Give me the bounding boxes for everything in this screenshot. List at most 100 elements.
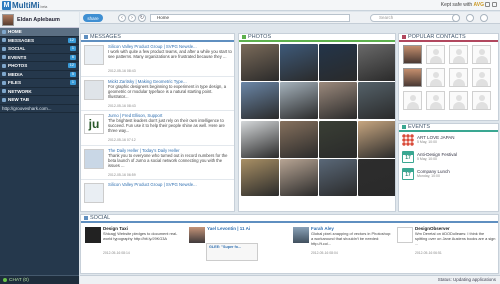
photo-grid bbox=[239, 42, 395, 198]
photo-thumbnail[interactable] bbox=[280, 82, 318, 119]
search-input[interactable]: Search bbox=[370, 14, 460, 22]
power-icon[interactable] bbox=[480, 14, 488, 22]
logo-name: MultiMi bbox=[12, 1, 40, 10]
sidebar-item-files[interactable]: FILES 1 bbox=[0, 79, 79, 88]
avatar bbox=[85, 227, 101, 243]
contact-avatar[interactable] bbox=[426, 45, 445, 64]
photo-thumbnail[interactable] bbox=[319, 120, 357, 158]
address-input[interactable]: Home bbox=[150, 14, 350, 22]
sidebar: Eldan Aplebaum HOME MESSAGES 12 SOCIAL 1 E… bbox=[0, 12, 79, 284]
photo-thumbnail[interactable] bbox=[241, 159, 279, 196]
sidebar-item-url[interactable]: http://grooveshark.com... bbox=[0, 105, 79, 113]
contact-avatar[interactable] bbox=[449, 68, 468, 87]
sidebar-item-new-tab[interactable]: NEW TAB bbox=[0, 96, 79, 105]
photo-thumbnail[interactable] bbox=[319, 159, 357, 196]
events-icon bbox=[402, 125, 406, 129]
sidebar-item-social[interactable]: SOCIAL 1 bbox=[0, 45, 79, 54]
event-item[interactable]: ART LOVE JAPAN 5 May, 10:00 bbox=[399, 132, 498, 149]
photo-thumbnail[interactable] bbox=[319, 82, 357, 119]
photo-thumbnail[interactable] bbox=[241, 43, 279, 81]
social-post[interactable]: Farah Aley Global pixel-snapping of vect… bbox=[291, 226, 392, 264]
contact-avatar[interactable] bbox=[472, 45, 491, 64]
contact-avatar[interactable] bbox=[403, 91, 422, 110]
close-icon[interactable] bbox=[492, 2, 497, 7]
refresh-icon[interactable]: ↻ bbox=[138, 14, 146, 22]
photo-thumbnail[interactable] bbox=[280, 43, 318, 81]
list-item[interactable]: Silicon Valley Product Group | SVPG News… bbox=[81, 42, 234, 77]
sidebar-item-network[interactable]: NETWORK bbox=[0, 88, 79, 96]
dots-icon bbox=[402, 134, 414, 146]
panel-header: EVENTS bbox=[399, 124, 498, 132]
photos-icon bbox=[242, 35, 246, 39]
count-badge: 12 bbox=[67, 63, 76, 69]
toolbar: share ‹ › ↻ Home Search bbox=[80, 12, 500, 24]
calendar-icon: 17 bbox=[402, 151, 414, 163]
contact-avatar[interactable] bbox=[403, 68, 422, 87]
list-item[interactable]: ju Jurno | Fred Ellison, Support The bri… bbox=[81, 111, 234, 146]
list-item[interactable]: Silicon Valley Product Group | SVPG News… bbox=[81, 180, 234, 211]
user-profile[interactable]: Eldan Aplebaum bbox=[0, 12, 79, 28]
photo-thumbnail[interactable] bbox=[241, 82, 279, 119]
title-bar: M MultiMi beta Kept safe with AVG bbox=[0, 0, 500, 11]
sender-avatar bbox=[84, 148, 104, 169]
photo-thumbnail[interactable] bbox=[358, 82, 395, 119]
panel-header: MESSAGES bbox=[81, 34, 234, 42]
event-item[interactable]: 17 Anti-Design Festival 5 May, 10:00 bbox=[399, 149, 498, 166]
contact-avatar[interactable] bbox=[403, 45, 422, 64]
social-post[interactable]: Yael Levontin | 11 Ai GLEE: "Super fo... bbox=[187, 226, 288, 264]
count-badge: 12 bbox=[67, 37, 76, 43]
sidebar-item-messages[interactable]: MESSAGES 12 bbox=[0, 37, 79, 45]
contacts-icon bbox=[402, 35, 406, 39]
calendar-icon bbox=[2, 55, 6, 60]
photo-thumbnail[interactable] bbox=[280, 120, 318, 158]
event-item[interactable]: 17 Company Lunch Monday, 10:00 bbox=[399, 166, 498, 183]
photo-thumbnail[interactable] bbox=[358, 120, 395, 158]
social-post[interactable]: Design Taxi Shicag) Website pledges to d… bbox=[83, 226, 184, 264]
panel-header: SOCIAL bbox=[81, 215, 498, 223]
settings-icon[interactable] bbox=[452, 14, 460, 22]
list-item[interactable]: Mickt Zaritsky | Making Geometric Type..… bbox=[81, 77, 234, 112]
logo-tag: beta bbox=[40, 5, 48, 9]
sidebar-item-home[interactable]: HOME bbox=[0, 28, 79, 37]
contact-avatar[interactable] bbox=[426, 91, 445, 110]
minimize-icon[interactable] bbox=[485, 2, 490, 7]
security-notice: Kept safe with AVG bbox=[440, 2, 484, 8]
envelope-icon bbox=[2, 38, 6, 43]
count-badge: 5 bbox=[69, 71, 76, 77]
sidebar-item-media[interactable]: MEDIA 5 bbox=[0, 71, 79, 79]
share-button[interactable]: share bbox=[83, 14, 103, 22]
link-preview[interactable]: GLEE: "Super fo... bbox=[206, 243, 258, 261]
chat-button[interactable]: CHAT (0) bbox=[0, 275, 79, 284]
home-icon bbox=[2, 29, 6, 34]
play-icon bbox=[2, 72, 6, 77]
contact-avatar[interactable] bbox=[449, 45, 468, 64]
online-icon bbox=[3, 278, 7, 282]
panel-header: PHOTOS bbox=[239, 34, 395, 42]
app-logo: M MultiMi beta bbox=[2, 1, 47, 10]
photo-thumbnail[interactable] bbox=[319, 43, 357, 81]
contact-avatar[interactable] bbox=[426, 68, 445, 87]
plus-icon bbox=[2, 97, 6, 102]
events-panel: EVENTS ART LOVE JAPAN 5 May, 10:00 17 An… bbox=[398, 123, 499, 212]
back-icon[interactable]: ‹ bbox=[118, 14, 126, 22]
messages-icon bbox=[84, 35, 88, 39]
people-icon bbox=[2, 46, 6, 51]
contact-avatar[interactable] bbox=[472, 91, 491, 110]
photo-thumbnail[interactable] bbox=[280, 159, 318, 196]
folder-icon bbox=[2, 80, 6, 85]
photo-thumbnail[interactable] bbox=[358, 159, 395, 196]
contact-grid bbox=[399, 42, 498, 113]
contact-avatar[interactable] bbox=[472, 68, 491, 87]
notifications-icon[interactable] bbox=[466, 14, 474, 22]
forward-icon[interactable]: › bbox=[128, 14, 136, 22]
sidebar-item-events[interactable]: EVENTS 6 bbox=[0, 54, 79, 62]
sender-avatar: ju bbox=[84, 114, 104, 135]
contact-avatar[interactable] bbox=[449, 91, 468, 110]
photo-thumbnail[interactable] bbox=[358, 43, 395, 81]
status-bar: Status: Updating applications bbox=[80, 275, 500, 284]
list-item[interactable]: The Daily Heller | Today's Daily Heller … bbox=[81, 146, 234, 181]
photo-thumbnail[interactable] bbox=[241, 120, 279, 158]
social-post[interactable]: DesignObserver Wm Deretal on #DODolleaes… bbox=[395, 226, 496, 264]
messages-panel: MESSAGES Silicon Valley Product Group | … bbox=[80, 33, 235, 212]
sidebar-item-photos[interactable]: PHOTOS 12 bbox=[0, 62, 79, 71]
